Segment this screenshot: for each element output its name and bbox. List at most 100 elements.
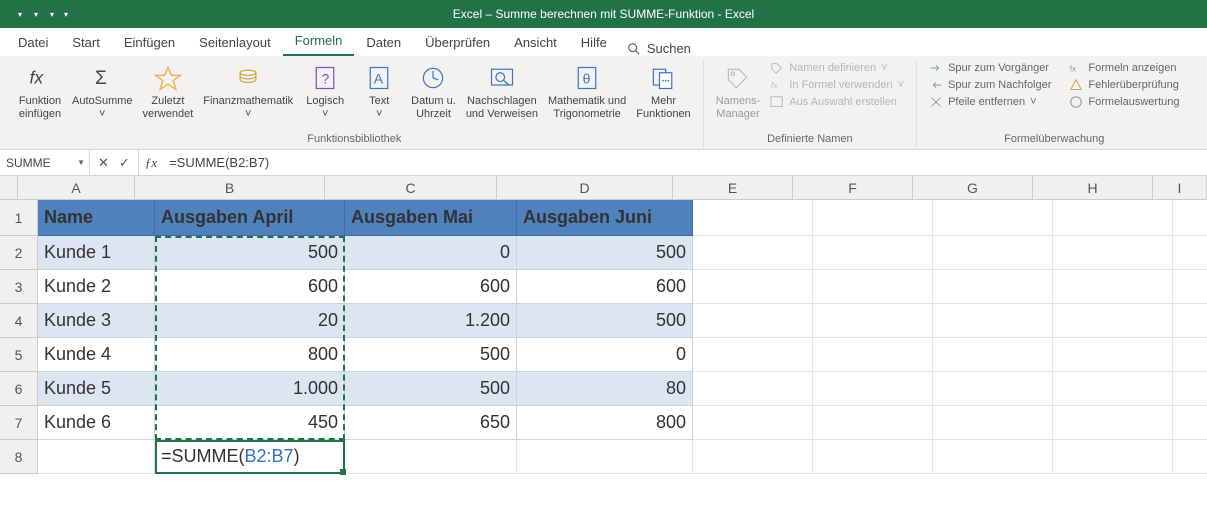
tab-daten[interactable]: Daten: [354, 29, 413, 56]
cell-f6[interactable]: [813, 372, 933, 406]
autosum-button[interactable]: Σ AutoSumme˅: [68, 60, 137, 122]
row-header-1[interactable]: 1: [0, 200, 38, 236]
cell-g8[interactable]: [933, 440, 1053, 474]
cell-g4[interactable]: [933, 304, 1053, 338]
cell-h4[interactable]: [1053, 304, 1173, 338]
cell-g2[interactable]: [933, 236, 1053, 270]
undo-button[interactable]: ▾: [16, 10, 22, 19]
cell-h3[interactable]: [1053, 270, 1173, 304]
cell-a4[interactable]: Kunde 3: [38, 304, 155, 338]
cell-i6[interactable]: [1173, 372, 1207, 406]
more-functions-button[interactable]: Mehr Funktionen: [632, 60, 694, 122]
cell-h6[interactable]: [1053, 372, 1173, 406]
cell-c6[interactable]: 500: [345, 372, 517, 406]
col-header-g[interactable]: G: [913, 176, 1033, 200]
cell-e6[interactable]: [693, 372, 813, 406]
cell-a7[interactable]: Kunde 6: [38, 406, 155, 440]
cell-h1[interactable]: [1053, 200, 1173, 236]
name-box[interactable]: SUMME▼: [0, 150, 90, 175]
cell-b4[interactable]: 20: [155, 304, 345, 338]
cell-e8[interactable]: [693, 440, 813, 474]
col-header-c[interactable]: C: [325, 176, 497, 200]
cell-g5[interactable]: [933, 338, 1053, 372]
cells-area[interactable]: Name Ausgaben April Ausgaben Mai Ausgabe…: [38, 200, 1207, 474]
cell-f2[interactable]: [813, 236, 933, 270]
trace-dependents-button[interactable]: Spur zum Nachfolger: [925, 77, 1055, 93]
col-header-a[interactable]: A: [18, 176, 135, 200]
col-header-b[interactable]: B: [135, 176, 325, 200]
cell-c1[interactable]: Ausgaben Mai: [345, 200, 517, 236]
row-header-6[interactable]: 6: [0, 372, 38, 406]
tab-ueberpruefen[interactable]: Überprüfen: [413, 29, 502, 56]
create-from-selection-button[interactable]: Aus Auswahl erstellen: [766, 94, 908, 110]
cell-d4[interactable]: 500: [517, 304, 693, 338]
cell-b6[interactable]: 1.000: [155, 372, 345, 406]
recently-used-button[interactable]: Zuletzt verwendet: [139, 60, 198, 122]
cell-f1[interactable]: [813, 200, 933, 236]
cell-f3[interactable]: [813, 270, 933, 304]
cell-b5[interactable]: 800: [155, 338, 345, 372]
cell-h5[interactable]: [1053, 338, 1173, 372]
cell-i5[interactable]: [1173, 338, 1207, 372]
cell-f4[interactable]: [813, 304, 933, 338]
insert-function-button[interactable]: fx Funktion einfügen: [14, 60, 66, 122]
fx-icon-label[interactable]: ƒx: [139, 150, 163, 175]
cell-a6[interactable]: Kunde 5: [38, 372, 155, 406]
row-header-5[interactable]: 5: [0, 338, 38, 372]
chevron-down-icon[interactable]: ▼: [77, 158, 85, 167]
logical-button[interactable]: ? Logisch˅: [299, 60, 351, 122]
cell-a1[interactable]: Name: [38, 200, 155, 236]
cell-g7[interactable]: [933, 406, 1053, 440]
tab-einfuegen[interactable]: Einfügen: [112, 29, 187, 56]
cell-i1[interactable]: [1173, 200, 1207, 236]
name-manager-button[interactable]: Namens- Manager: [712, 60, 765, 122]
cell-h2[interactable]: [1053, 236, 1173, 270]
formula-input[interactable]: =SUMME(B2:B7): [163, 150, 1207, 175]
cell-c8[interactable]: [345, 440, 517, 474]
cell-a2[interactable]: Kunde 1: [38, 236, 155, 270]
accept-formula-button[interactable]: ✓: [119, 155, 130, 171]
cell-d1[interactable]: Ausgaben Juni: [517, 200, 693, 236]
tab-hilfe[interactable]: Hilfe: [569, 29, 619, 56]
cell-i2[interactable]: [1173, 236, 1207, 270]
cell-c7[interactable]: 650: [345, 406, 517, 440]
cell-a8[interactable]: [38, 440, 155, 474]
cell-i3[interactable]: [1173, 270, 1207, 304]
cell-e5[interactable]: [693, 338, 813, 372]
row-header-8[interactable]: 8: [0, 440, 38, 474]
cell-d6[interactable]: 80: [517, 372, 693, 406]
cell-b2[interactable]: 500: [155, 236, 345, 270]
cell-f8[interactable]: [813, 440, 933, 474]
tab-formeln[interactable]: Formeln: [283, 27, 355, 56]
cell-d3[interactable]: 600: [517, 270, 693, 304]
text-button[interactable]: A Text˅: [353, 60, 405, 122]
cell-b3[interactable]: 600: [155, 270, 345, 304]
lookup-button[interactable]: Nachschlagen und Verweisen: [462, 60, 542, 122]
tab-ansicht[interactable]: Ansicht: [502, 29, 569, 56]
financial-button[interactable]: Finanzmathematik˅: [199, 60, 297, 122]
qat-customize-button[interactable]: ▾: [64, 10, 68, 19]
cell-e7[interactable]: [693, 406, 813, 440]
cell-c5[interactable]: 500: [345, 338, 517, 372]
error-checking-button[interactable]: Fehlerüberprüfung: [1065, 77, 1183, 93]
select-all-corner[interactable]: [0, 176, 18, 200]
cell-d7[interactable]: 800: [517, 406, 693, 440]
cell-g3[interactable]: [933, 270, 1053, 304]
cell-d5[interactable]: 0: [517, 338, 693, 372]
remove-arrows-button[interactable]: Pfeile entfernen ˅: [925, 94, 1055, 110]
cell-c4[interactable]: 1.200: [345, 304, 517, 338]
redo-button[interactable]: ▾: [32, 10, 38, 19]
cell-e2[interactable]: [693, 236, 813, 270]
cell-i8[interactable]: [1173, 440, 1207, 474]
col-header-i[interactable]: I: [1153, 176, 1207, 200]
trace-precedents-button[interactable]: Spur zum Vorgänger: [925, 60, 1055, 76]
cell-b8[interactable]: =SUMME(B2:B7): [155, 440, 345, 474]
cell-a3[interactable]: Kunde 2: [38, 270, 155, 304]
cell-b1[interactable]: Ausgaben April: [155, 200, 345, 236]
cell-e4[interactable]: [693, 304, 813, 338]
tab-datei[interactable]: Datei: [6, 29, 60, 56]
cell-d8[interactable]: [517, 440, 693, 474]
cell-h7[interactable]: [1053, 406, 1173, 440]
cell-a5[interactable]: Kunde 4: [38, 338, 155, 372]
evaluate-formula-button[interactable]: Formelauswertung: [1065, 94, 1183, 110]
